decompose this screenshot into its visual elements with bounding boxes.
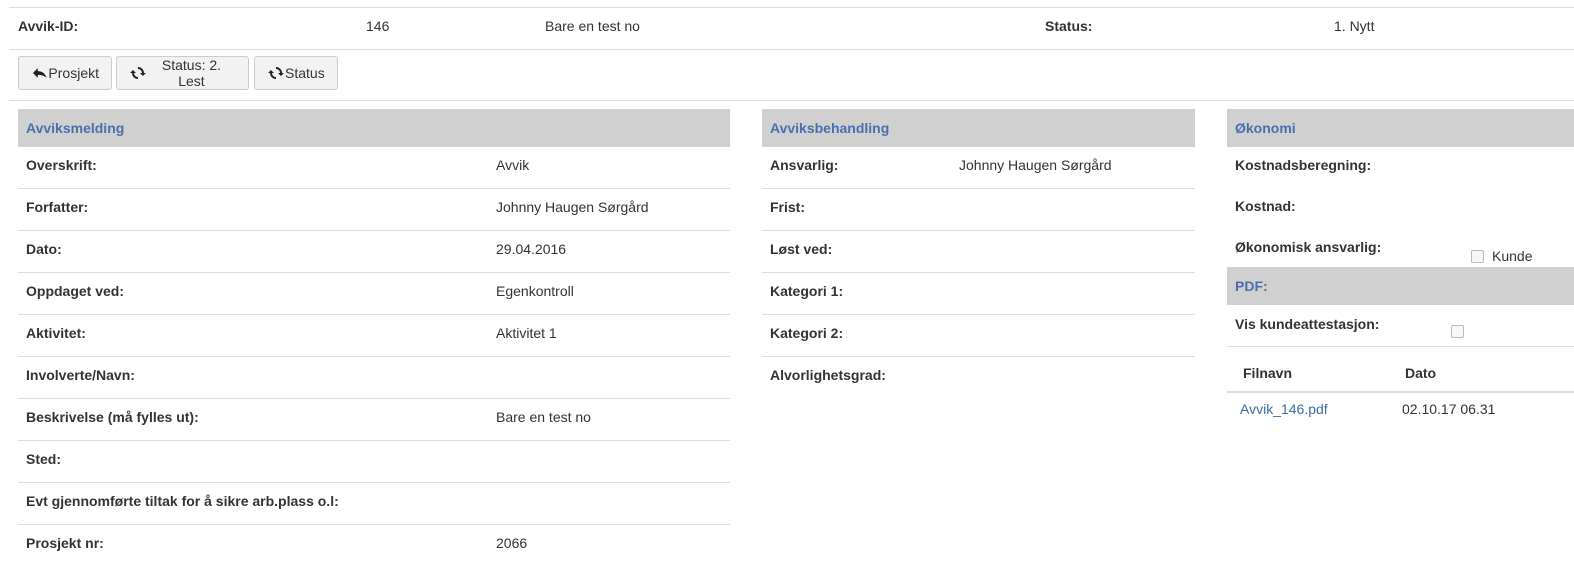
row-label: Kostnadsberegning: <box>1235 157 1372 173</box>
economy-panel: Økonomi Kostnadsberegning: Kostnad: Økon… <box>1227 109 1574 427</box>
refresh-icon <box>268 67 284 79</box>
row-overskrift: Overskrift: Avvik <box>18 147 730 189</box>
row-label: Løst ved: <box>770 241 833 257</box>
row-kostnad: Kostnad: <box>1227 188 1574 229</box>
row-value: Johnny Haugen Sørgård <box>959 157 1112 173</box>
row-dato: Dato: 29.04.2016 <box>18 231 730 273</box>
status-read-button[interactable]: Status: 2. Lest <box>116 56 249 90</box>
row-tiltak: Evt gjennomførte tiltak for å sikre arb.… <box>18 483 730 525</box>
row-value: Egenkontroll <box>496 283 574 299</box>
deviation-id-value: 146 <box>366 18 390 34</box>
row-label: Overskrift: <box>26 157 97 173</box>
row-lost-ved: Løst ved: <box>762 231 1195 273</box>
row-kostnadsberegning: Kostnadsberegning: <box>1227 147 1574 188</box>
pdf-file-date: 02.10.17 06.31 <box>1402 401 1496 417</box>
panel-title-pdf: PDF: <box>1227 267 1574 305</box>
row-value: 29.04.2016 <box>496 241 567 257</box>
row-label: Forfatter: <box>26 199 89 215</box>
row-label: Økonomisk ansvarlig: <box>1235 239 1382 255</box>
row-label: Dato: <box>26 241 62 257</box>
refresh-icon <box>130 67 146 79</box>
row-label: Aktivitet: <box>26 325 86 341</box>
row-label: Alvorlighetsgrad: <box>770 367 886 383</box>
row-kategori-2: Kategori 2: <box>762 315 1195 357</box>
row-label: Involverte/Navn: <box>26 367 135 383</box>
row-oppdaget-ved: Oppdaget ved: Egenkontroll <box>18 273 730 315</box>
row-label: Kostnad: <box>1235 198 1296 214</box>
row-label: Frist: <box>770 199 805 215</box>
row-label: Beskrivelse (må fylles ut): <box>26 409 199 425</box>
row-beskrivelse: Beskrivelse (må fylles ut): Bare en test… <box>18 399 730 441</box>
deviation-title-value: Bare en test no <box>545 18 640 34</box>
customer-option: Kunde <box>1471 248 1532 264</box>
panel-title-avviksbehandling: Avviksbehandling <box>762 109 1195 147</box>
row-label: Oppdaget ved: <box>26 283 125 299</box>
row-involverte: Involverte/Navn: <box>18 357 730 399</box>
row-vis-kundeattestasjon: Vis kundeattestasjon: <box>1227 305 1574 347</box>
row-value: Aktivitet 1 <box>496 325 557 341</box>
status-button[interactable]: Status <box>254 56 338 90</box>
row-label: Ansvarlig: <box>770 157 839 173</box>
pdf-col-date: Dato <box>1405 365 1437 381</box>
row-value: 2066 <box>496 535 528 551</box>
deviation-report-panel: Avviksmelding Overskrift: Avvik Forfatte… <box>18 109 730 566</box>
deviation-handling-panel: Avviksbehandling Ansvarlig: Johnny Hauge… <box>762 109 1195 398</box>
status-read-button-label: Status: 2. Lest <box>161 57 222 89</box>
reply-arrow-icon <box>32 68 47 78</box>
row-label: Vis kundeattestasjon: <box>1235 316 1380 332</box>
status-value: 1. Nytt <box>1334 18 1375 34</box>
pdf-col-filename: Filnavn <box>1243 365 1293 381</box>
row-value: Johnny Haugen Sørgård <box>496 199 649 215</box>
row-value: Bare en test no <box>496 409 591 425</box>
row-value: Avvik <box>496 157 530 173</box>
pdf-table-header: Filnavn Dato <box>1227 347 1574 393</box>
row-label: Kategori 2: <box>770 325 844 341</box>
row-label: Sted: <box>26 451 61 467</box>
row-frist: Frist: <box>762 189 1195 231</box>
panel-title-avviksmelding: Avviksmelding <box>18 109 730 147</box>
project-button[interactable]: Prosjekt <box>18 56 112 90</box>
row-okonomisk-ansvarlig: Økonomisk ansvarlig: Kunde <box>1227 229 1574 267</box>
row-forfatter: Forfatter: Johnny Haugen Sørgård <box>18 189 730 231</box>
row-sted: Sted: <box>18 441 730 483</box>
row-alvorlighetsgrad: Alvorlighetsgrad: <box>762 357 1195 398</box>
customer-checkbox-label: Kunde <box>1492 248 1533 264</box>
pdf-file-link[interactable]: Avvik_146.pdf <box>1240 401 1328 417</box>
status-label: Status: <box>1045 18 1093 34</box>
deviation-info-bar: Avvik-ID: 146 Bare en test no Status: 1.… <box>9 8 1574 50</box>
action-toolbar: Prosjekt Status: 2. Lest Status <box>9 50 1574 101</box>
panel-title-okonomi: Økonomi <box>1227 109 1574 147</box>
project-button-label: Prosjekt <box>48 65 99 81</box>
row-aktivitet: Aktivitet: Aktivitet 1 <box>18 315 730 357</box>
row-kategori-1: Kategori 1: <box>762 273 1195 315</box>
row-label: Kategori 1: <box>770 283 844 299</box>
row-label: Evt gjennomførte tiltak for å sikre arb.… <box>26 493 339 509</box>
row-ansvarlig: Ansvarlig: Johnny Haugen Sørgård <box>762 147 1195 189</box>
table-row: Avvik_146.pdf 02.10.17 06.31 <box>1227 393 1574 427</box>
deviation-id-label: Avvik-ID: <box>18 18 79 34</box>
row-prosjekt-nr: Prosjekt nr: 2066 <box>18 525 730 566</box>
show-customer-attestation-checkbox[interactable] <box>1451 325 1464 338</box>
customer-checkbox[interactable] <box>1471 249 1484 263</box>
row-label: Prosjekt nr: <box>26 535 104 551</box>
status-button-label: Status <box>285 65 325 81</box>
